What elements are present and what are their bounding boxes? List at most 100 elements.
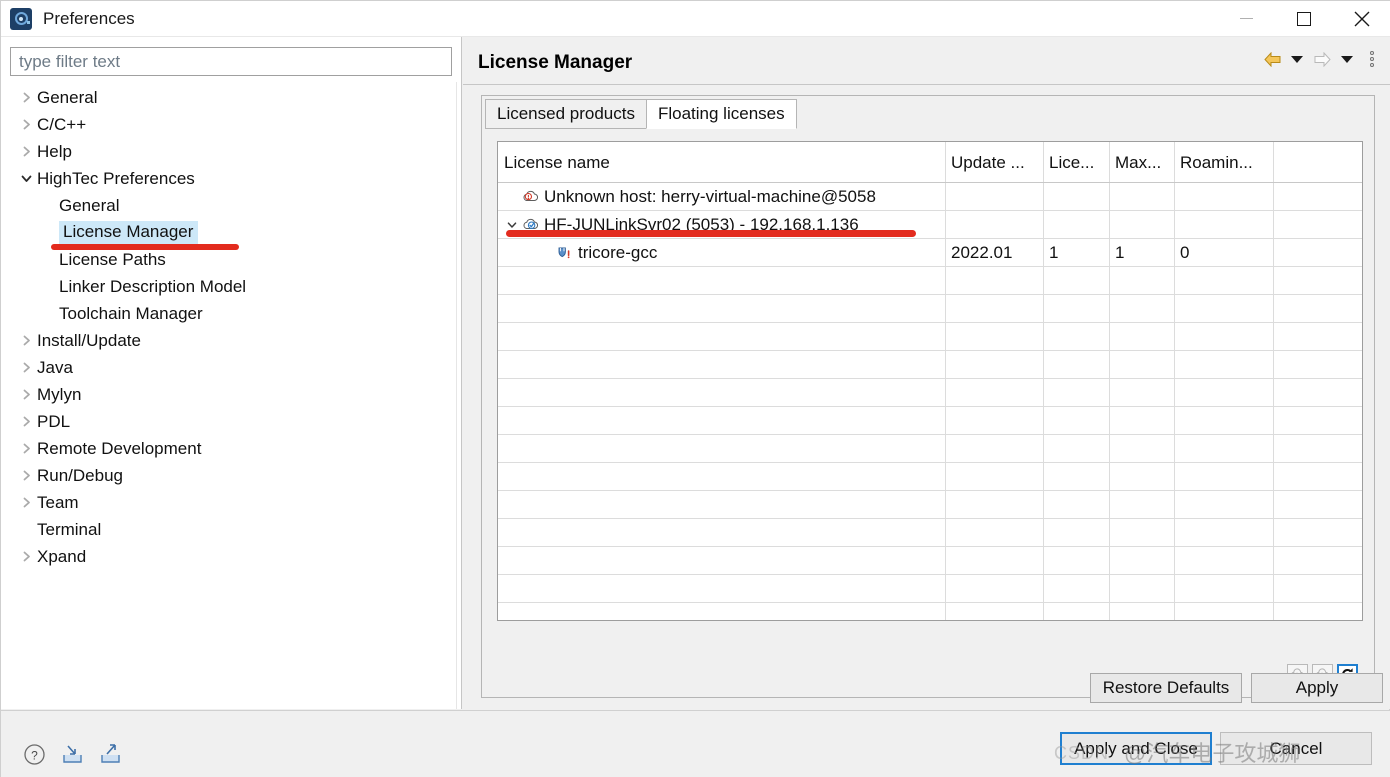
chevron-right-icon[interactable] bbox=[15, 361, 37, 374]
table-row-divider bbox=[498, 574, 1362, 575]
sidebar-item-label: Run/Debug bbox=[37, 465, 124, 485]
svg-text:?: ? bbox=[31, 748, 38, 762]
sidebar-item-linker-description-model[interactable]: Linker Description Model bbox=[1, 273, 456, 300]
sidebar-item-java[interactable]: Java bbox=[1, 354, 456, 381]
preferences-app-icon bbox=[10, 7, 32, 30]
preferences-sidebar: General C/C++ Help HighTec Preferences Gener… bbox=[1, 37, 462, 709]
table-column-divider bbox=[1273, 142, 1274, 620]
sidebar-item-help[interactable]: Help bbox=[1, 138, 456, 165]
restore-defaults-button[interactable]: Restore Defaults bbox=[1090, 673, 1242, 703]
sidebar-item-license-manager[interactable]: License Manager bbox=[1, 219, 456, 246]
license-name-label: Unknown host: herry-virtual-machine@5058 bbox=[544, 186, 876, 206]
sidebar-item-label: License Manager bbox=[59, 221, 199, 244]
cancel-button[interactable]: Cancel bbox=[1220, 732, 1372, 765]
chevron-right-icon[interactable] bbox=[15, 91, 37, 104]
back-dropdown-icon[interactable] bbox=[1286, 47, 1308, 71]
table-header-cell[interactable]: License name bbox=[504, 150, 610, 176]
sidebar-item-label: Team bbox=[37, 492, 79, 512]
forward-dropdown-icon[interactable] bbox=[1336, 47, 1358, 71]
close-button[interactable] bbox=[1333, 1, 1390, 37]
filter-input[interactable] bbox=[10, 47, 452, 76]
chevron-right-icon[interactable] bbox=[15, 388, 37, 401]
table-row[interactable]: Unknown host: herry-virtual-machine@5058 bbox=[504, 183, 876, 210]
chevron-right-icon[interactable] bbox=[15, 334, 37, 347]
table-row-divider bbox=[498, 434, 1362, 435]
minimize-button[interactable] bbox=[1217, 1, 1275, 37]
sidebar-item-install-update[interactable]: Install/Update bbox=[1, 327, 456, 354]
window-title: Preferences bbox=[43, 8, 135, 28]
table-row-divider bbox=[498, 378, 1362, 379]
table-column-divider bbox=[1109, 142, 1110, 620]
tab-licensed-products[interactable]: Licensed products bbox=[485, 99, 647, 129]
chevron-right-icon[interactable] bbox=[15, 496, 37, 509]
tab-container: Licensed products Floating licenses Licen… bbox=[481, 95, 1375, 698]
export-icon[interactable] bbox=[97, 741, 123, 767]
apply-and-close-button[interactable]: Apply and Close bbox=[1060, 732, 1212, 765]
sidebar-item-label: Terminal bbox=[37, 519, 102, 539]
title-separator bbox=[463, 84, 1390, 85]
sidebar-scrollbar[interactable] bbox=[456, 82, 461, 709]
window-titlebar: Preferences bbox=[1, 1, 1390, 37]
table-column-divider bbox=[1043, 142, 1044, 620]
table-row-divider bbox=[498, 518, 1362, 519]
chevron-right-icon[interactable] bbox=[15, 118, 37, 131]
sidebar-item-label: Java bbox=[37, 357, 73, 377]
sidebar-item-c-c[interactable]: C/C++ bbox=[1, 111, 456, 138]
table-header-cell[interactable]: Max... bbox=[1115, 150, 1161, 176]
license-name-label: HF-JUNLinkSvr02 (5053) - 192.168.1.136 bbox=[544, 214, 859, 234]
sidebar-item-general[interactable]: General bbox=[1, 192, 456, 219]
table-row[interactable]: tricore-gcc bbox=[504, 239, 657, 266]
sidebar-item-label: General bbox=[37, 87, 98, 107]
sidebar-item-pdl[interactable]: PDL bbox=[1, 408, 456, 435]
sidebar-item-label: Remote Development bbox=[37, 438, 202, 458]
back-arrow-icon[interactable] bbox=[1261, 47, 1283, 71]
sidebar-item-general[interactable]: General bbox=[1, 84, 456, 111]
cloud-error-icon bbox=[522, 188, 539, 205]
table-row[interactable]: HF-JUNLinkSvr02 (5053) - 192.168.1.136 bbox=[504, 211, 859, 238]
license-name-label: tricore-gcc bbox=[578, 242, 658, 262]
sidebar-item-label: Install/Update bbox=[37, 330, 141, 350]
sidebar-item-terminal[interactable]: Terminal bbox=[1, 516, 456, 543]
sidebar-item-label: HighTec Preferences bbox=[37, 168, 195, 188]
maximize-button[interactable] bbox=[1275, 1, 1333, 37]
chevron-right-icon[interactable] bbox=[15, 145, 37, 158]
sidebar-item-mylyn[interactable]: Mylyn bbox=[1, 381, 456, 408]
floating-licenses-table[interactable]: License name Update ... Lice... Max... Roami… bbox=[497, 141, 1363, 621]
sidebar-item-label: PDL bbox=[37, 411, 71, 431]
apply-button[interactable]: Apply bbox=[1251, 673, 1383, 703]
preferences-tree[interactable]: General C/C++ Help HighTec Preferences Gener… bbox=[1, 84, 456, 570]
sidebar-item-label: Help bbox=[37, 141, 72, 161]
chevron-right-icon[interactable] bbox=[15, 550, 37, 563]
sidebar-item-team[interactable]: Team bbox=[1, 489, 456, 516]
sidebar-item-run-debug[interactable]: Run/Debug bbox=[1, 462, 456, 489]
table-column-divider bbox=[945, 142, 946, 620]
tab-floating-licenses[interactable]: Floating licenses bbox=[645, 99, 797, 129]
sidebar-item-remote-development[interactable]: Remote Development bbox=[1, 435, 456, 462]
sidebar-item-toolchain-manager[interactable]: Toolchain Manager bbox=[1, 300, 456, 327]
chevron-right-icon[interactable] bbox=[15, 415, 37, 428]
chevron-down-icon[interactable] bbox=[504, 219, 520, 231]
view-menu-icon[interactable] bbox=[1361, 47, 1383, 71]
tab-strip: Licensed products Floating licenses bbox=[485, 99, 797, 129]
forward-arrow-icon[interactable] bbox=[1311, 47, 1333, 71]
window-controls bbox=[1217, 1, 1390, 37]
table-header-cell[interactable]: Roamin... bbox=[1180, 150, 1253, 176]
table-header-cell[interactable]: Lice... bbox=[1049, 150, 1094, 176]
license-key-warning-icon bbox=[556, 244, 573, 261]
table-header-cell[interactable]: Update ... bbox=[951, 150, 1025, 176]
table-cell-roaming: 0 bbox=[1180, 242, 1190, 262]
sidebar-item-xpand[interactable]: Xpand bbox=[1, 543, 456, 570]
chevron-right-icon[interactable] bbox=[15, 469, 37, 482]
sidebar-item-hightec-preferences[interactable]: HighTec Preferences bbox=[1, 165, 456, 192]
sidebar-item-license-paths[interactable]: License Paths bbox=[1, 246, 456, 273]
sidebar-item-label: General bbox=[59, 195, 120, 215]
chevron-right-icon[interactable] bbox=[15, 442, 37, 455]
table-row-divider bbox=[498, 322, 1362, 323]
table-row-divider bbox=[498, 462, 1362, 463]
help-icon[interactable]: ? bbox=[21, 741, 47, 767]
table-column-divider bbox=[1174, 142, 1175, 620]
license-manager-pane: License Manager Licensed products Floatin… bbox=[463, 37, 1390, 709]
import-icon[interactable] bbox=[59, 741, 85, 767]
table-row-divider bbox=[498, 546, 1362, 547]
chevron-down-icon[interactable] bbox=[15, 172, 37, 185]
